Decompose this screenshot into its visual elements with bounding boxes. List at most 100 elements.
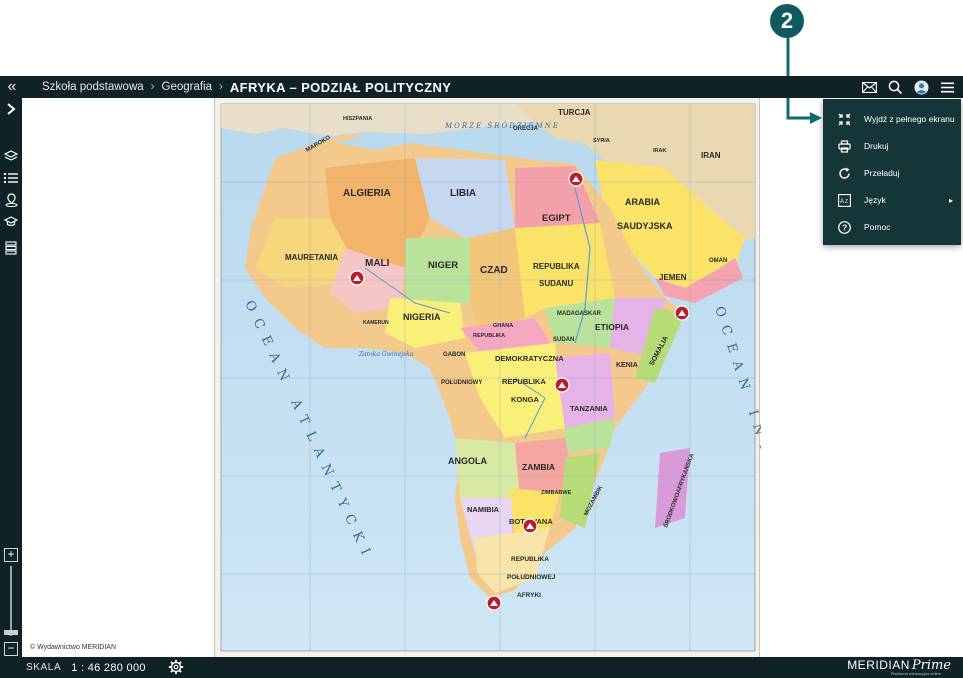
gulf-of-guinea-label: Zatoka Gwinejska (358, 351, 414, 358)
map-label-iran: IRAN (701, 151, 721, 160)
menu-item-label: Pomoc (864, 222, 891, 232)
map-label-algieria: ALGIERIA (343, 188, 391, 199)
map-label-drc-1: DEMOKRATYCZNA (495, 354, 564, 363)
menu-item-help[interactable]: ? Pomoc (823, 215, 961, 239)
menu-item-label: Język (864, 195, 886, 205)
help-icon: ? (837, 220, 851, 234)
mail-icon[interactable] (861, 79, 877, 95)
map-label-hiszpania: HISZPANIA (343, 116, 372, 122)
submenu-arrow-icon: ▸ (948, 195, 953, 205)
map-marker-botswana[interactable] (522, 518, 538, 534)
layers-icon[interactable] (3, 148, 19, 164)
svg-text:Z: Z (845, 199, 848, 205)
map-label-ghana: KAMERUN (363, 320, 389, 326)
print-icon (837, 139, 851, 153)
map-view[interactable]: ALGIERIA LIBIA EGIPT MALI NIGER CZAD MAU… (214, 98, 761, 657)
left-sidebar: + − (0, 98, 22, 657)
menu-item-label: Przeładuj (864, 168, 900, 178)
map-label-konga: KONGA (511, 395, 540, 404)
map-label-sudan-poludniowy-2: SUDAN (553, 337, 574, 343)
map-label-turcja: TURCJA (558, 108, 591, 117)
map-label-angola: ANGOLA (448, 456, 487, 466)
search-icon[interactable] (887, 79, 903, 95)
app-root: 2 « Szkoła podstawowa › Geografia › AFRY… (0, 0, 963, 678)
map-label-rpa-2: POŁUDNIOWEJ (507, 574, 556, 581)
expand-icon[interactable] (3, 101, 19, 117)
callout-badge: 2 (770, 4, 804, 38)
map-label-rpa-3: AFRYKI (517, 592, 541, 599)
map-copyright: © Wydawnictwo MERIDIAN (30, 644, 116, 651)
map-label-tanzania: TANZANIA (570, 404, 608, 413)
brand-name: MERIDIAN (847, 658, 910, 672)
map-label-rsa-1: GHANA (493, 323, 513, 329)
svg-text:A: A (840, 199, 844, 205)
map-marker-egypt[interactable] (568, 171, 584, 187)
zoom-in-button[interactable]: + (4, 548, 18, 562)
svg-text:?: ? (842, 223, 847, 232)
breadcrumb-separator: › (219, 81, 223, 93)
map-label-gabon: POŁUDNIOWY (441, 380, 482, 386)
zoom-slider-thumb[interactable] (4, 630, 18, 635)
legend-icon[interactable] (3, 170, 19, 186)
page-title: AFRYKA – PODZIAŁ POLITYCZNY (229, 79, 452, 95)
language-icon: AZ (837, 193, 851, 207)
zoom-out-button[interactable]: − (4, 642, 18, 656)
exit-fullscreen-icon (837, 112, 851, 126)
map-label-libia: LIBIA (450, 188, 476, 199)
map-label-czad: CZAD (480, 265, 508, 276)
map-label-kenia: KENIA (616, 362, 638, 369)
map-marker-south-africa[interactable] (486, 595, 502, 611)
map-marker-mali[interactable] (349, 270, 365, 286)
map-label-jemen: JEMEN (659, 273, 687, 282)
map-marker-congo[interactable] (554, 377, 570, 393)
map-label-mauretania: MAURETANIA (285, 253, 338, 262)
education-icon[interactable] (3, 214, 19, 230)
menu-item-label: Drukuj (864, 141, 889, 151)
map-label-republika-sudanu-1: REPUBLIKA (533, 262, 580, 271)
reload-icon (837, 166, 851, 180)
scale-value: 1 : 46 280 000 (71, 661, 146, 674)
map-marker-somalia[interactable] (674, 305, 690, 321)
breadcrumb-item-geography[interactable]: Geografia (162, 81, 213, 93)
list-icon[interactable] (3, 240, 19, 256)
bottom-bar: SKALA 1 : 46 280 000 MERIDIAN Prime Plat… (0, 657, 963, 678)
map-label-syria: SYRIA (593, 138, 610, 144)
breadcrumb-separator: › (150, 81, 155, 93)
zoom-slider-track[interactable] (10, 566, 12, 636)
menu-icon[interactable] (939, 79, 955, 95)
map-label-oman: OMAN (709, 258, 727, 264)
map-label-egipt: EGIPT (542, 213, 571, 224)
map-label-irak: IRAK (653, 148, 666, 154)
brand-tagline: Platforma edukacyjna online (890, 671, 941, 676)
menu-item-print[interactable]: Drukuj (823, 134, 961, 158)
top-icons (861, 76, 955, 98)
map-label-mali: MALI (365, 258, 390, 269)
map-label-arabia: ARABIA (625, 197, 660, 207)
map-label-drc-2: REPUBLIKA (502, 377, 546, 386)
map-label-niger: NIGER (428, 260, 458, 271)
back-icon: « (7, 78, 17, 95)
scale-label: SKALA (26, 662, 62, 673)
map-label-kamerun: GABON (443, 352, 465, 358)
back-button[interactable]: « (0, 76, 24, 98)
location-icon[interactable] (3, 192, 19, 208)
breadcrumb-item-school[interactable]: Szkoła podstawowa (42, 81, 144, 93)
map-label-sudan-poludniowy-1: MADAGASKAR (557, 311, 602, 317)
user-icon[interactable] (913, 79, 929, 95)
menu-item-label: Wyjdź z pełnego ekranu (864, 114, 955, 124)
menu-item-exit-fullscreen[interactable]: Wyjdź z pełnego ekranu (823, 107, 961, 131)
settings-gear-icon[interactable] (168, 659, 184, 675)
options-menu: Wyjdź z pełnego ekranu Drukuj Przeładuj … (823, 99, 961, 245)
map-label-etiopia: ETIOPIA (595, 322, 629, 332)
menu-item-language[interactable]: AZ Język ▸ (823, 188, 961, 212)
menu-item-reload[interactable]: Przeładuj (823, 161, 961, 185)
map-label-nigeria: NIGERIA (403, 312, 441, 322)
map-label-rpa-1: REPUBLIKA (511, 556, 549, 563)
breadcrumb: Szkoła podstawowa › Geografia › AFRYKA –… (42, 80, 451, 95)
map-label-saudyjska: SAUDYJSKA (617, 221, 673, 231)
mediterranean-sea-label: MORZE ŚRÓDZIEMNE (444, 121, 560, 130)
map-label-zambia: ZAMBIA (522, 462, 555, 472)
map-label-namibia: NAMIBIA (467, 505, 500, 514)
map-label-zimbabwe: ZIMBABWE (541, 490, 572, 496)
map-label-republika-sudanu-2: SUDANU (539, 279, 573, 288)
